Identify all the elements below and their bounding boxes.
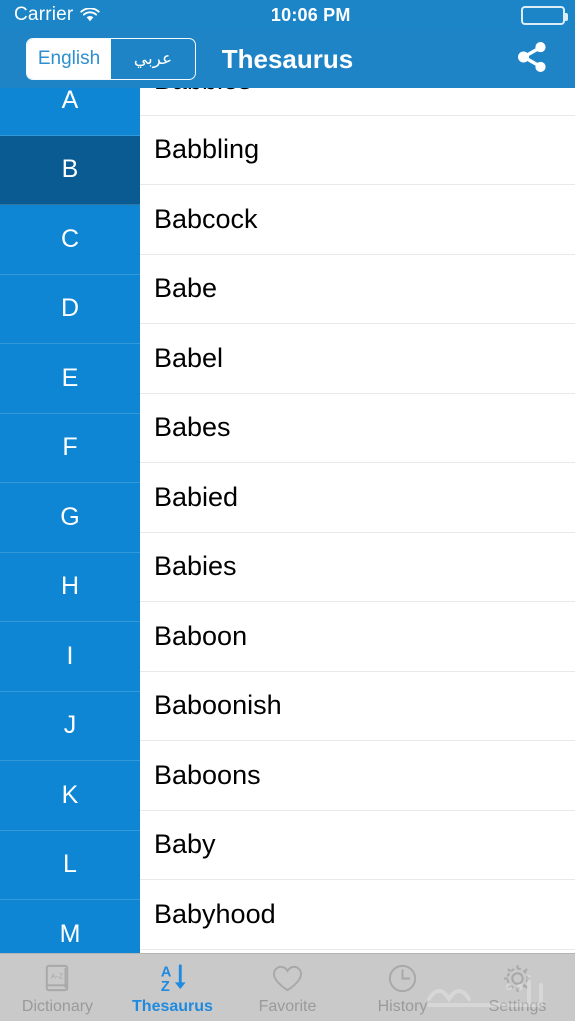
- tab-label-history: History: [377, 997, 428, 1015]
- az-sort-icon: A Z: [155, 961, 190, 997]
- alphabet-list: A B C D E F G H I J K L M: [0, 88, 140, 953]
- tab-thesaurus[interactable]: A Z Thesaurus: [115, 954, 230, 1021]
- list-item[interactable]: Baboonish: [140, 671, 575, 741]
- list-item[interactable]: Babel: [140, 324, 575, 394]
- list-item[interactable]: Baboons: [140, 741, 575, 811]
- tab-label-favorite: Favorite: [258, 997, 317, 1015]
- tab-bar: A-Z Dictionary A Z Thesaurus Favorite Hi…: [0, 953, 575, 1021]
- battery-full-icon: [521, 5, 568, 25]
- tab-label-thesaurus: Thesaurus: [132, 997, 213, 1015]
- tab-dictionary[interactable]: A-Z Dictionary: [0, 954, 115, 1021]
- alpha-item-a[interactable]: A: [0, 88, 140, 136]
- svg-text:Z: Z: [161, 979, 170, 995]
- list-item[interactable]: Baby: [140, 810, 575, 880]
- list-item[interactable]: Babbling: [140, 115, 575, 185]
- clock-icon: [386, 961, 419, 997]
- tab-settings[interactable]: Settings: [460, 954, 575, 1021]
- alpha-item-i[interactable]: I: [0, 622, 140, 692]
- svg-text:A-Z: A-Z: [51, 972, 64, 981]
- list-item[interactable]: Babyhood: [140, 880, 575, 950]
- alpha-item-f[interactable]: F: [0, 413, 140, 483]
- alpha-item-g[interactable]: G: [0, 483, 140, 553]
- status-bar-time: 10:06 PM: [270, 4, 351, 25]
- tab-history[interactable]: History: [345, 954, 460, 1021]
- carrier-label: Carrier: [14, 4, 74, 25]
- heart-icon: [271, 961, 304, 997]
- share-icon: [515, 40, 549, 79]
- segment-english[interactable]: English: [27, 39, 111, 79]
- alpha-item-h[interactable]: H: [0, 552, 140, 622]
- alpha-item-d[interactable]: D: [0, 274, 140, 344]
- alpha-item-b[interactable]: B: [0, 135, 140, 205]
- alpha-item-c[interactable]: C: [0, 205, 140, 275]
- list-item[interactable]: Babes: [140, 393, 575, 463]
- dictionary-book-icon: A-Z: [41, 961, 74, 997]
- tab-favorite[interactable]: Favorite: [230, 954, 345, 1021]
- navigation-bar: English عربي Thesaurus: [0, 30, 575, 88]
- alphabet-index-rail[interactable]: A B C D E F G H I J K L M: [0, 88, 140, 953]
- word-list[interactable]: Babbles Babbling Babcock Babe Babel Babe…: [140, 88, 575, 953]
- tab-label-dictionary: Dictionary: [21, 997, 94, 1015]
- list-item[interactable]: Babbles: [140, 88, 575, 116]
- status-bar-right: [521, 5, 575, 25]
- gear-icon: [501, 961, 534, 997]
- alpha-item-k[interactable]: K: [0, 761, 140, 831]
- list-item[interactable]: Babcock: [140, 185, 575, 255]
- language-segmented-control[interactable]: English عربي: [26, 38, 196, 80]
- share-button[interactable]: [511, 38, 553, 80]
- list-item[interactable]: Baboon: [140, 602, 575, 672]
- alpha-item-l[interactable]: L: [0, 830, 140, 900]
- alpha-item-j[interactable]: J: [0, 691, 140, 761]
- main-content: A B C D E F G H I J K L M Babbles Babbli…: [0, 88, 575, 953]
- status-bar-left: Carrier: [0, 4, 101, 26]
- wifi-icon: [80, 6, 101, 23]
- tab-label-settings: Settings: [488, 997, 547, 1015]
- word-list-inner: Babbles Babbling Babcock Babe Babel Babe…: [140, 88, 575, 950]
- alpha-item-e[interactable]: E: [0, 344, 140, 414]
- list-item[interactable]: Babe: [140, 254, 575, 324]
- list-item[interactable]: Babied: [140, 463, 575, 533]
- list-item[interactable]: Babies: [140, 532, 575, 602]
- alpha-item-m[interactable]: M: [0, 900, 140, 953]
- status-bar: Carrier 10:06 PM: [0, 0, 575, 30]
- app-screen: Carrier 10:06 PM English عربي Thesaurus: [0, 0, 575, 1021]
- segment-arabic[interactable]: عربي: [111, 39, 195, 79]
